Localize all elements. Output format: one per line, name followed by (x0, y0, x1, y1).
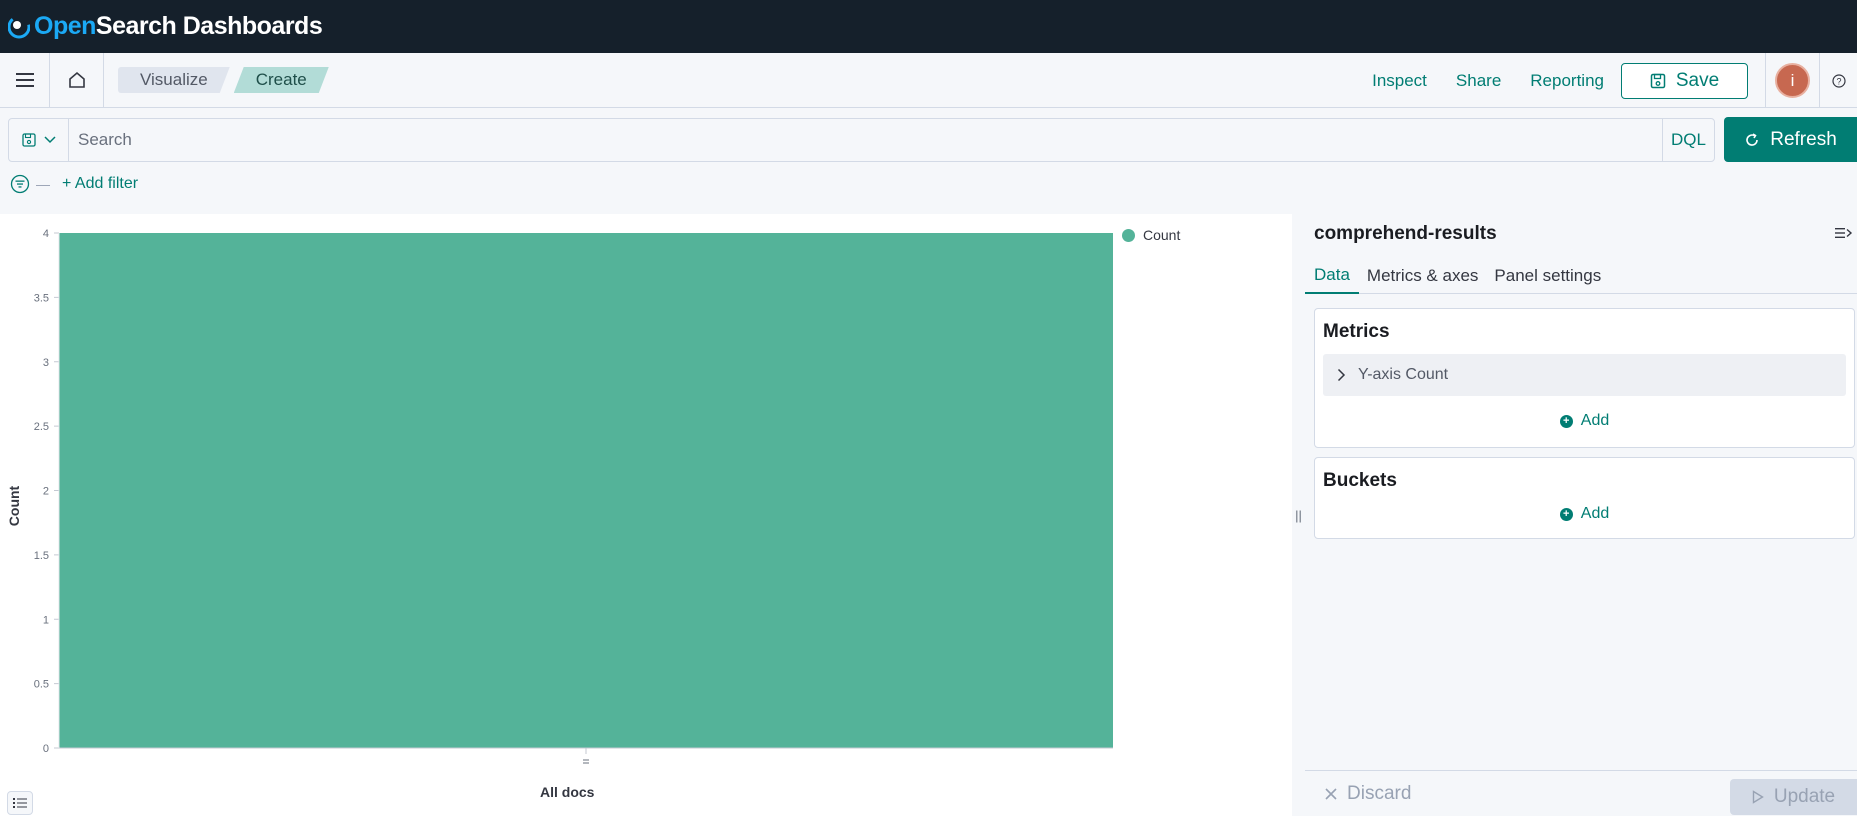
refresh-label: Refresh (1770, 128, 1837, 150)
close-icon (1325, 788, 1337, 800)
update-label: Update (1773, 786, 1836, 807)
nav-bar: Visualize Create Inspect Share Reporting… (0, 52, 1857, 108)
opensearch-logo[interactable]: Open Search Dashboards (8, 12, 323, 41)
home-button[interactable] (50, 52, 104, 108)
y-tick-label: 4 (43, 228, 49, 240)
add-bucket-label: Add (1580, 505, 1610, 522)
saved-query-menu[interactable] (9, 119, 69, 161)
editor-footer: Discard Update (1305, 770, 1857, 816)
breadcrumb-visualize[interactable]: Visualize (118, 67, 230, 93)
visualization-panel: 0 0.5 1 1.5 2 2.5 3 3.5 4 Count Count All docs (0, 214, 1292, 816)
y-axis-title: Count (6, 485, 22, 527)
breadcrumb-create: Create (234, 67, 329, 93)
refresh-icon (1746, 132, 1759, 146)
metrics-title: Metrics (1323, 321, 1390, 342)
y-tick-label: 0 (43, 743, 49, 755)
inspect-link[interactable]: Inspect (1372, 71, 1427, 91)
plus-circle-icon: + (1559, 414, 1573, 428)
opensearch-logo-icon (8, 15, 30, 38)
logo-open-text: Open (34, 12, 96, 40)
filter-separator: — (36, 176, 50, 192)
save-icon (1650, 73, 1666, 88)
tab-data[interactable]: Data (1305, 258, 1359, 294)
legend-toggle-button[interactable] (7, 791, 33, 815)
collapse-sidebar-icon[interactable] (1835, 226, 1853, 240)
chevron-down-icon (43, 136, 56, 144)
user-menu[interactable]: i (1765, 53, 1820, 108)
discard-button[interactable]: Discard (1325, 783, 1411, 805)
nav-actions: Inspect Share Reporting Save i ? (1372, 53, 1857, 108)
top-header: Open Search Dashboards (0, 0, 1857, 53)
refresh-button[interactable]: Refresh (1724, 117, 1857, 162)
tab-panel-settings[interactable]: Panel settings (1486, 258, 1609, 294)
home-icon (68, 71, 85, 88)
editor-tabs: Data Metrics & axes Panel settings (1305, 258, 1857, 294)
save-label: Save (1675, 69, 1720, 91)
filter-bar: — + Add filter (10, 172, 138, 196)
add-filter-button[interactable]: + Add filter (62, 175, 138, 193)
visualization-editor: comprehend-results Data Metrics & axes P… (1305, 214, 1857, 816)
hamburger-icon (15, 73, 34, 87)
y-tick-label: 2.5 (34, 421, 49, 433)
chevron-right-icon (1337, 368, 1346, 382)
filter-icon[interactable] (10, 174, 30, 194)
plus-circle-icon: + (1559, 507, 1573, 521)
buckets-section: Buckets + Add (1314, 457, 1855, 539)
svg-text:?: ? (1836, 76, 1841, 86)
play-icon (1752, 790, 1764, 804)
x-axis-title: All docs (540, 784, 595, 800)
y-tick-label: 1.5 (34, 550, 49, 562)
help-icon: ? (1831, 73, 1846, 88)
metrics-section: Metrics Y-axis Count + Add (1314, 308, 1855, 448)
search-input[interactable] (69, 119, 1662, 161)
reporting-link[interactable]: Reporting (1530, 71, 1604, 91)
share-link[interactable]: Share (1456, 71, 1501, 91)
query-bar: DQL (8, 118, 1715, 162)
y-tick-label: 3.5 (34, 292, 49, 304)
menu-button[interactable] (0, 52, 50, 108)
bar-chart: 00.511.522.533.54 (34, 228, 1113, 764)
discard-label: Discard (1347, 783, 1412, 804)
index-pattern-title: comprehend-results (1314, 223, 1497, 244)
legend-label: Count (1143, 227, 1181, 243)
tab-metrics-axes[interactable]: Metrics & axes (1359, 258, 1486, 294)
y-tick-label: 0.5 (34, 679, 49, 691)
add-bucket-button[interactable]: + Add (1315, 505, 1854, 523)
logo-rest-text: Search Dashboards (95, 12, 323, 40)
query-language-button[interactable]: DQL (1662, 119, 1714, 161)
update-button[interactable]: Update (1730, 779, 1857, 815)
metric-agg-y-axis-count[interactable]: Y-axis Count (1323, 354, 1846, 396)
add-metric-button[interactable]: + Add (1315, 412, 1854, 430)
metric-agg-label: Y-axis Count (1358, 366, 1449, 383)
panel-resize-handle[interactable]: || (1292, 214, 1305, 816)
add-metric-label: Add (1580, 412, 1610, 429)
saved-query-icon (21, 133, 36, 147)
buckets-title: Buckets (1323, 470, 1397, 491)
legend-item[interactable]: Count (1122, 227, 1180, 243)
y-tick-label: 1 (43, 614, 49, 626)
legend-color-dot (1122, 228, 1135, 242)
list-icon (13, 798, 27, 808)
save-button[interactable]: Save (1621, 62, 1748, 99)
bar (59, 233, 1113, 748)
breadcrumb: Visualize Create (118, 67, 329, 93)
help-button[interactable]: ? (1820, 53, 1857, 108)
avatar: i (1775, 63, 1810, 98)
y-tick-label: 3 (43, 357, 49, 369)
